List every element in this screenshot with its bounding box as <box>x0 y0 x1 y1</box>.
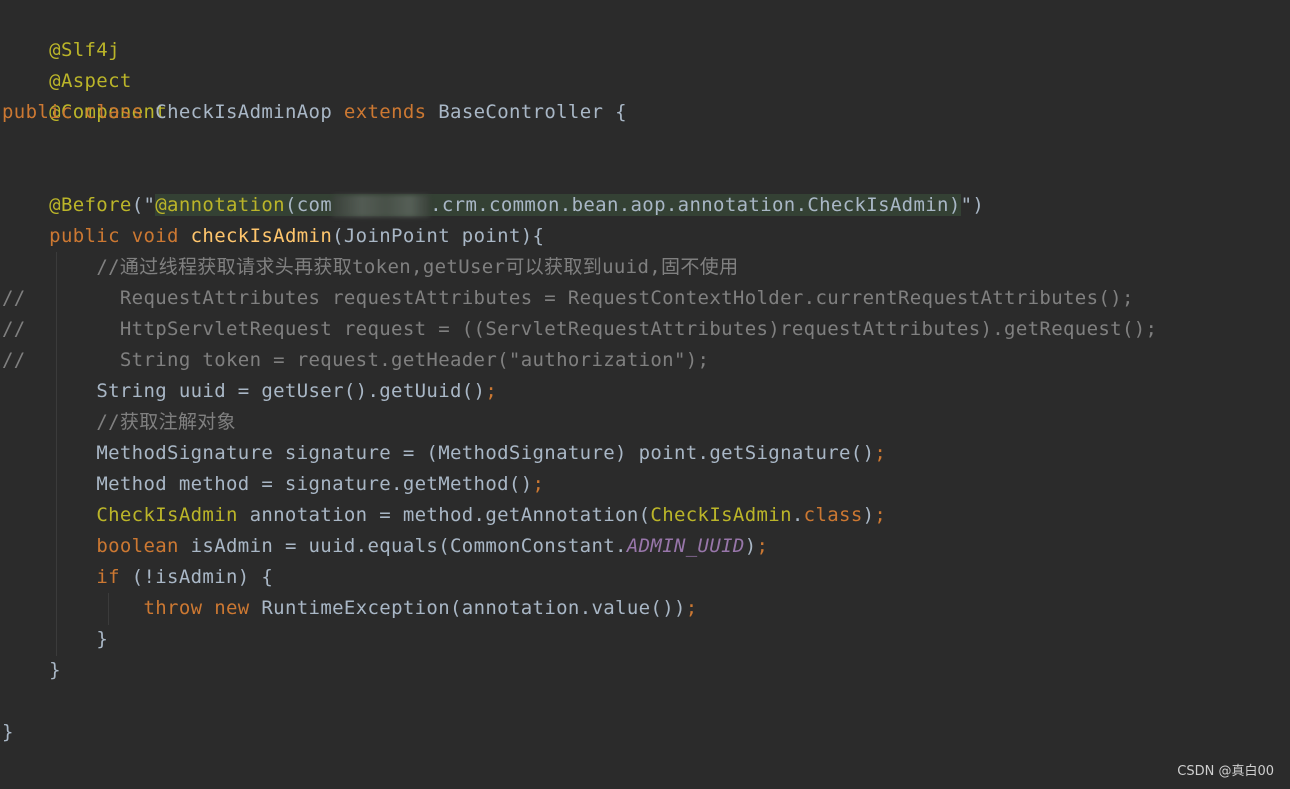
method-name: checkIsAdmin <box>190 225 333 247</box>
class-reference: CheckIsAdmin <box>650 504 792 526</box>
code-line-3: @Component <box>2 66 167 123</box>
keyword-public: public <box>2 101 73 123</box>
semicolon: ; <box>485 380 498 402</box>
close-paren: ) <box>744 535 757 557</box>
before-annotation: @Before <box>49 194 132 216</box>
get-annotation-call: annotation = method.getAnnotation( <box>237 504 651 526</box>
exception-call: RuntimeException(annotation.value()) <box>261 597 686 619</box>
code-line-16: Method method = signature.getMethod(); <box>2 469 544 500</box>
semicolon: ; <box>874 442 887 464</box>
code-line-8: public void checkIsAdmin(JoinPoint point… <box>2 221 544 252</box>
method-statement: Method method = signature.getMethod() <box>96 473 533 495</box>
commented-request-attributes: // RequestAttributes requestAttributes =… <box>2 287 1134 309</box>
keyword-public-2: public <box>49 225 120 247</box>
method-params: (JoinPoint point){ <box>332 225 545 247</box>
code-line-20: throw new RuntimeException(annotation.va… <box>2 593 698 624</box>
code-editor[interactable]: @Slf4j @Aspect @Component public class C… <box>0 0 1290 789</box>
keyword-if: if <box>96 566 120 588</box>
comment-token-note: //通过线程获取请求头再获取token,getUser可以获取到uuid,固不使… <box>96 256 739 278</box>
commented-token: // String token = request.getHeader("aut… <box>2 349 710 371</box>
semicolon: ; <box>685 597 698 619</box>
code-line-1: @Slf4j <box>2 4 120 61</box>
code-line-21: } <box>2 624 108 655</box>
annotation-keyword: @annotation <box>155 194 285 216</box>
close-paren: ) <box>862 504 875 526</box>
keyword-throw: throw <box>143 597 203 619</box>
if-close-brace: } <box>96 628 109 650</box>
paren-quote-open: (" <box>131 194 156 216</box>
code-line-18: boolean isAdmin = uuid.equals(CommonCons… <box>2 531 768 562</box>
keyword-new: new <box>214 597 250 619</box>
keyword-boolean: boolean <box>96 535 179 557</box>
commented-http-request: // HttpServletRequest request = ((Servle… <box>2 318 1158 340</box>
comment-get-annotation: //获取注解对象 <box>96 411 236 433</box>
isadmin-statement: isAdmin = uuid.equals(CommonConstant. <box>178 535 627 557</box>
admin-uuid-constant: ADMIN_UUID <box>626 535 745 557</box>
csdn-watermark: CSDN @真白00 <box>1177 764 1274 779</box>
code-line-2: @Aspect <box>2 35 132 92</box>
uuid-statement: String uuid = getUser().getUuid() <box>96 380 486 402</box>
keyword-void: void <box>131 225 179 247</box>
code-line-14: //获取注解对象 <box>2 407 236 438</box>
code-line-19: if (!isAdmin) { <box>2 562 273 593</box>
code-line-22: } <box>2 655 61 686</box>
semicolon: ; <box>756 535 769 557</box>
code-line-4: public class CheckIsAdminAop extends Bas… <box>2 97 627 128</box>
pointcut-expression: @annotation(com .crm.common.bean.aop.anno… <box>155 194 961 217</box>
class-close-brace: } <box>2 721 14 743</box>
base-class: BaseController <box>438 101 604 123</box>
code-line-9: //通过线程获取请求头再获取token,getUser可以获取到uuid,固不使… <box>2 252 738 283</box>
keyword-extends: extends <box>343 101 427 123</box>
class-name: CheckIsAdminAop <box>155 101 333 123</box>
signature-statement: MethodSignature signature = (MethodSigna… <box>96 442 875 464</box>
method-close-brace: } <box>49 659 61 681</box>
dot: . <box>791 504 804 526</box>
keyword-class: class <box>84 101 144 123</box>
code-line-11: // HttpServletRequest request = ((Servle… <box>2 314 1157 345</box>
package-rest: .crm.common.bean.aop.annotation.CheckIsA… <box>430 194 961 216</box>
redacted-package <box>332 194 431 217</box>
code-line-15: MethodSignature signature = (MethodSigna… <box>2 438 886 469</box>
annotation-type: CheckIsAdmin <box>96 504 238 526</box>
code-line-17: CheckIsAdmin annotation = method.getAnno… <box>2 500 886 531</box>
quote-paren-close: ") <box>960 194 985 216</box>
package-start: (com <box>284 194 333 216</box>
if-condition: (!isAdmin) { <box>119 566 274 588</box>
class-open-brace: { <box>603 101 627 123</box>
semicolon: ; <box>874 504 887 526</box>
code-line-7: @Before("@annotation(com .crm.common.bean… <box>2 190 984 221</box>
code-line-12: // String token = request.getHeader("aut… <box>2 345 709 376</box>
code-line-24: } <box>2 717 14 748</box>
code-line-10: // RequestAttributes requestAttributes =… <box>2 283 1134 314</box>
semicolon: ; <box>532 473 545 495</box>
keyword-class-ref: class <box>803 504 863 526</box>
code-line-13: String uuid = getUser().getUuid(); <box>2 376 497 407</box>
